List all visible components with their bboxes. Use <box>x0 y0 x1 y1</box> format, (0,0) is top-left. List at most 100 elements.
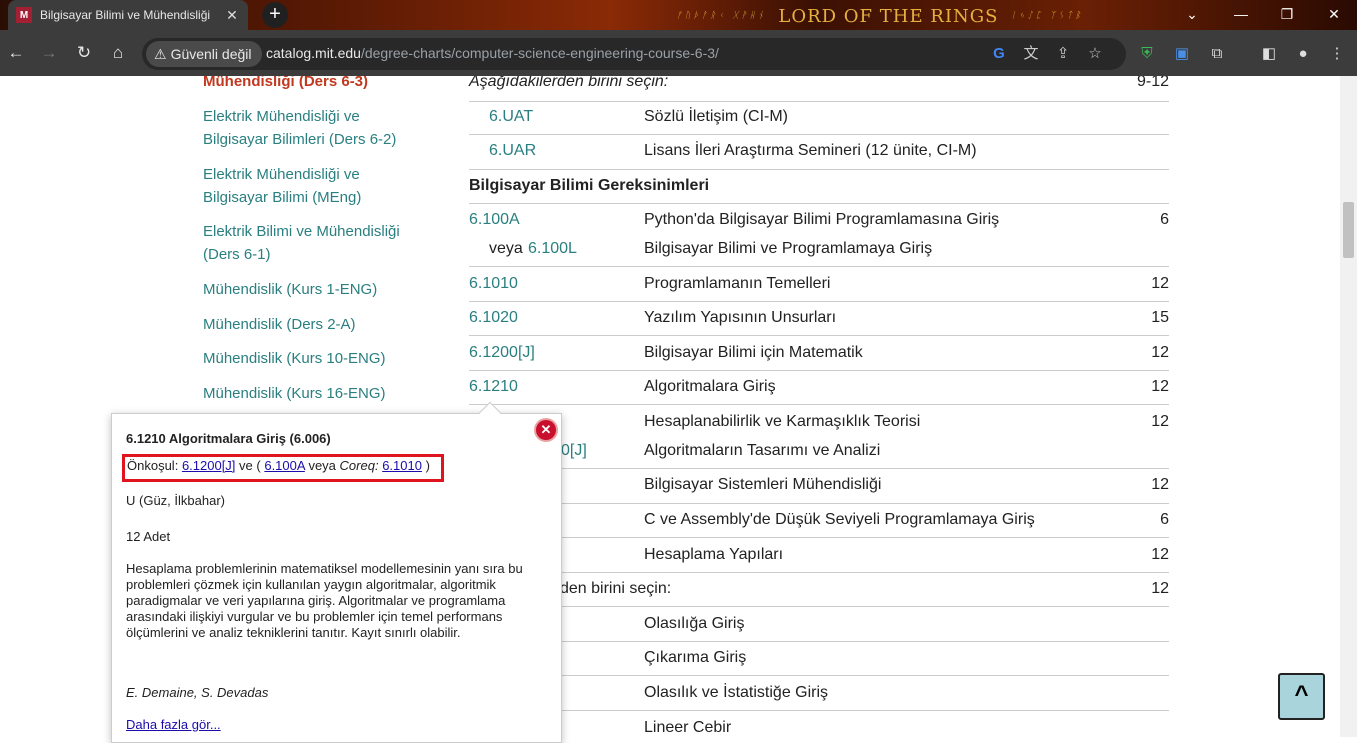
bookmark-star-icon[interactable]: ☆ <box>1085 44 1105 64</box>
divider <box>469 404 1169 405</box>
forward-arrow-icon[interactable]: → <box>36 40 62 66</box>
back-arrow-icon[interactable]: ← <box>3 40 29 66</box>
see-more-link[interactable]: Daha fazla gör... <box>126 717 221 732</box>
scrollbar-thumb[interactable] <box>1343 202 1354 258</box>
url-host: catalog.mit.edu <box>266 45 361 61</box>
sidebar-item[interactable]: Mühendislik (Kurs 16-ENG) <box>203 382 386 405</box>
divider <box>560 606 1169 607</box>
units-count: 12 Adet <box>126 529 171 544</box>
sidebar-item[interactable]: Elektrik Mühendisliği ve Bilgisayar Bili… <box>203 105 413 151</box>
coreq-label: Coreq: <box>339 458 379 473</box>
close-window-button[interactable]: ✕ <box>1311 0 1357 30</box>
sidebar-item[interactable]: Elektrik Mühendisliği ve Bilgisayar Bili… <box>203 163 403 209</box>
course-link[interactable]: 6.100L <box>528 240 577 258</box>
units: 12 <box>1151 378 1169 395</box>
share-icon[interactable]: ⇪ <box>1053 44 1073 64</box>
course-link[interactable]: 0[J] <box>561 442 587 460</box>
prereq-link[interactable]: 6.100A <box>264 458 305 473</box>
course-link[interactable]: 6.UAT <box>489 108 533 126</box>
course-link[interactable]: 6.1210 <box>469 378 518 396</box>
side-panel-icon[interactable]: ◧ <box>1257 42 1281 66</box>
course-title: C ve Assembly'de Düşük Seviyeli Programl… <box>644 511 1035 528</box>
browser-tabstrip: M Bilgisayar Bilimi ve Mühendisliği ✕ + … <box>0 0 1357 30</box>
units: 12 <box>1151 344 1169 361</box>
divider <box>469 169 1169 170</box>
course-title: Programlamanın Temelleri <box>644 275 831 292</box>
units: 9-12 <box>1136 76 1169 90</box>
shield-extension-icon[interactable]: ⛨ <box>1135 42 1159 66</box>
course-title: Olasılığa Giriş <box>644 615 745 632</box>
menu-dots-icon[interactable]: ⋮ <box>1325 42 1349 66</box>
new-tab-button[interactable]: + <box>262 2 288 28</box>
mit-favicon-icon: M <box>16 7 32 23</box>
sidebar-item-active[interactable]: Mühendisliği (Ders 6-3) <box>203 76 423 93</box>
course-link[interactable]: 6.1020 <box>469 309 518 327</box>
course-link[interactable]: 6.1200[J] <box>469 344 535 362</box>
tab-search-icon[interactable]: ⌄ <box>1169 0 1215 30</box>
sidebar-item[interactable]: Elektrik Bilimi ve Mühendisliği (Ders 6-… <box>203 220 403 266</box>
prereq-link[interactable]: 6.1200[J] <box>182 458 236 473</box>
units: 15 <box>1151 309 1169 326</box>
course-title: Hesaplanabilirlik ve Karmaşıklık Teorisi <box>644 413 921 430</box>
reload-icon[interactable]: ↻ <box>71 40 97 66</box>
theme-banner: ᚠᚢᚦᚨᚱᚲ ᚷᚹᚺᚾ LORD OF THE RINGS ᛁᛃᛇᛈ ᛉᛊᛏᛒ <box>600 2 1160 30</box>
units: 12 <box>1151 476 1169 493</box>
course-title: Çıkarıma Giriş <box>644 649 747 666</box>
units: 12 <box>1151 275 1169 292</box>
tab-close-icon[interactable]: ✕ <box>224 7 240 24</box>
divider <box>469 134 1169 135</box>
coreq-link[interactable]: 6.1010 <box>382 458 422 473</box>
divider <box>560 572 1169 573</box>
popup-close-button[interactable]: ✕ <box>536 420 556 440</box>
choose-one-label: Aşağıdakilerden birini seçin: <box>469 76 669 90</box>
theme-banner-text: LORD OF THE RINGS <box>778 5 999 27</box>
choose-one-label: den birini seçin: <box>560 580 672 597</box>
security-indicator[interactable]: ⚠ Güvenli değil <box>146 41 262 67</box>
sidebar-item[interactable]: Mühendislik (Kurs 1-ENG) <box>203 278 377 301</box>
units: 6 <box>1160 211 1169 228</box>
sidebar-item[interactable]: Mühendislik (Kurs 10-ENG) <box>203 347 386 370</box>
course-title: Lisans İleri Araştırma Semineri (12 ünit… <box>644 142 977 159</box>
back-to-top-button[interactable]: ^ <box>1278 673 1325 720</box>
course-link[interactable]: 6.UAR <box>489 142 536 160</box>
maximize-button[interactable]: ❐ <box>1264 0 1310 30</box>
sidebar-item[interactable]: Mühendislik (Ders 2-A) <box>203 313 356 336</box>
course-link[interactable]: 6.1010 <box>469 275 518 293</box>
browser-tab[interactable]: M Bilgisayar Bilimi ve Mühendisliği ✕ <box>8 0 248 30</box>
course-title: Hesaplama Yapıları <box>644 546 784 563</box>
banner-ornament-left: ᚠᚢᚦᚨᚱᚲ ᚷᚹᚺᚾ <box>676 11 767 21</box>
google-icon[interactable]: G <box>989 44 1009 64</box>
prereq-text: ) <box>421 458 430 473</box>
divider <box>560 468 1169 469</box>
divider <box>469 203 1169 204</box>
course-title: Python'da Bilgisayar Bilimi Programlamas… <box>644 211 1000 228</box>
course-description: Hesaplama problemlerinin matematiksel mo… <box>126 561 523 640</box>
url-text[interactable]: catalog.mit.edu/degree-charts/computer-s… <box>266 45 719 61</box>
course-link[interactable]: 6.100A <box>469 211 520 229</box>
page-scrollbar[interactable] <box>1340 76 1357 737</box>
url-path: /degree-charts/computer-science-engineer… <box>360 45 719 61</box>
minimize-button[interactable]: — <box>1218 0 1264 30</box>
course-title: Sözlü İletişim (CI-M) <box>644 108 789 125</box>
units: 6 <box>1160 511 1169 528</box>
divider <box>469 101 1169 102</box>
course-title: Yazılım Yapısının Unsurları <box>644 309 837 326</box>
translate-extension-icon[interactable]: ▣ <box>1170 42 1194 66</box>
home-icon[interactable]: ⌂ <box>105 40 131 66</box>
tab-title: Bilgisayar Bilimi ve Mühendisliği <box>40 8 211 22</box>
extensions-puzzle-icon[interactable]: ⧉ <box>1205 42 1229 66</box>
divider <box>560 710 1169 711</box>
units: 12 <box>1151 580 1169 597</box>
section-heading: Bilgisayar Bilimi Gereksinimleri <box>469 177 710 194</box>
units: 12 <box>1151 413 1169 430</box>
or-label: veya <box>489 240 523 257</box>
divider <box>469 301 1169 302</box>
divider <box>469 266 1169 267</box>
translate-icon[interactable]: 文 <box>1021 44 1041 64</box>
course-title: Algoritmalara Giriş <box>644 378 776 395</box>
term-offered: U (Güz, İlkbahar) <box>126 493 225 508</box>
divider <box>560 503 1169 504</box>
profile-avatar-icon[interactable]: ● <box>1291 42 1315 66</box>
units: 12 <box>1151 546 1169 563</box>
divider <box>560 641 1169 642</box>
